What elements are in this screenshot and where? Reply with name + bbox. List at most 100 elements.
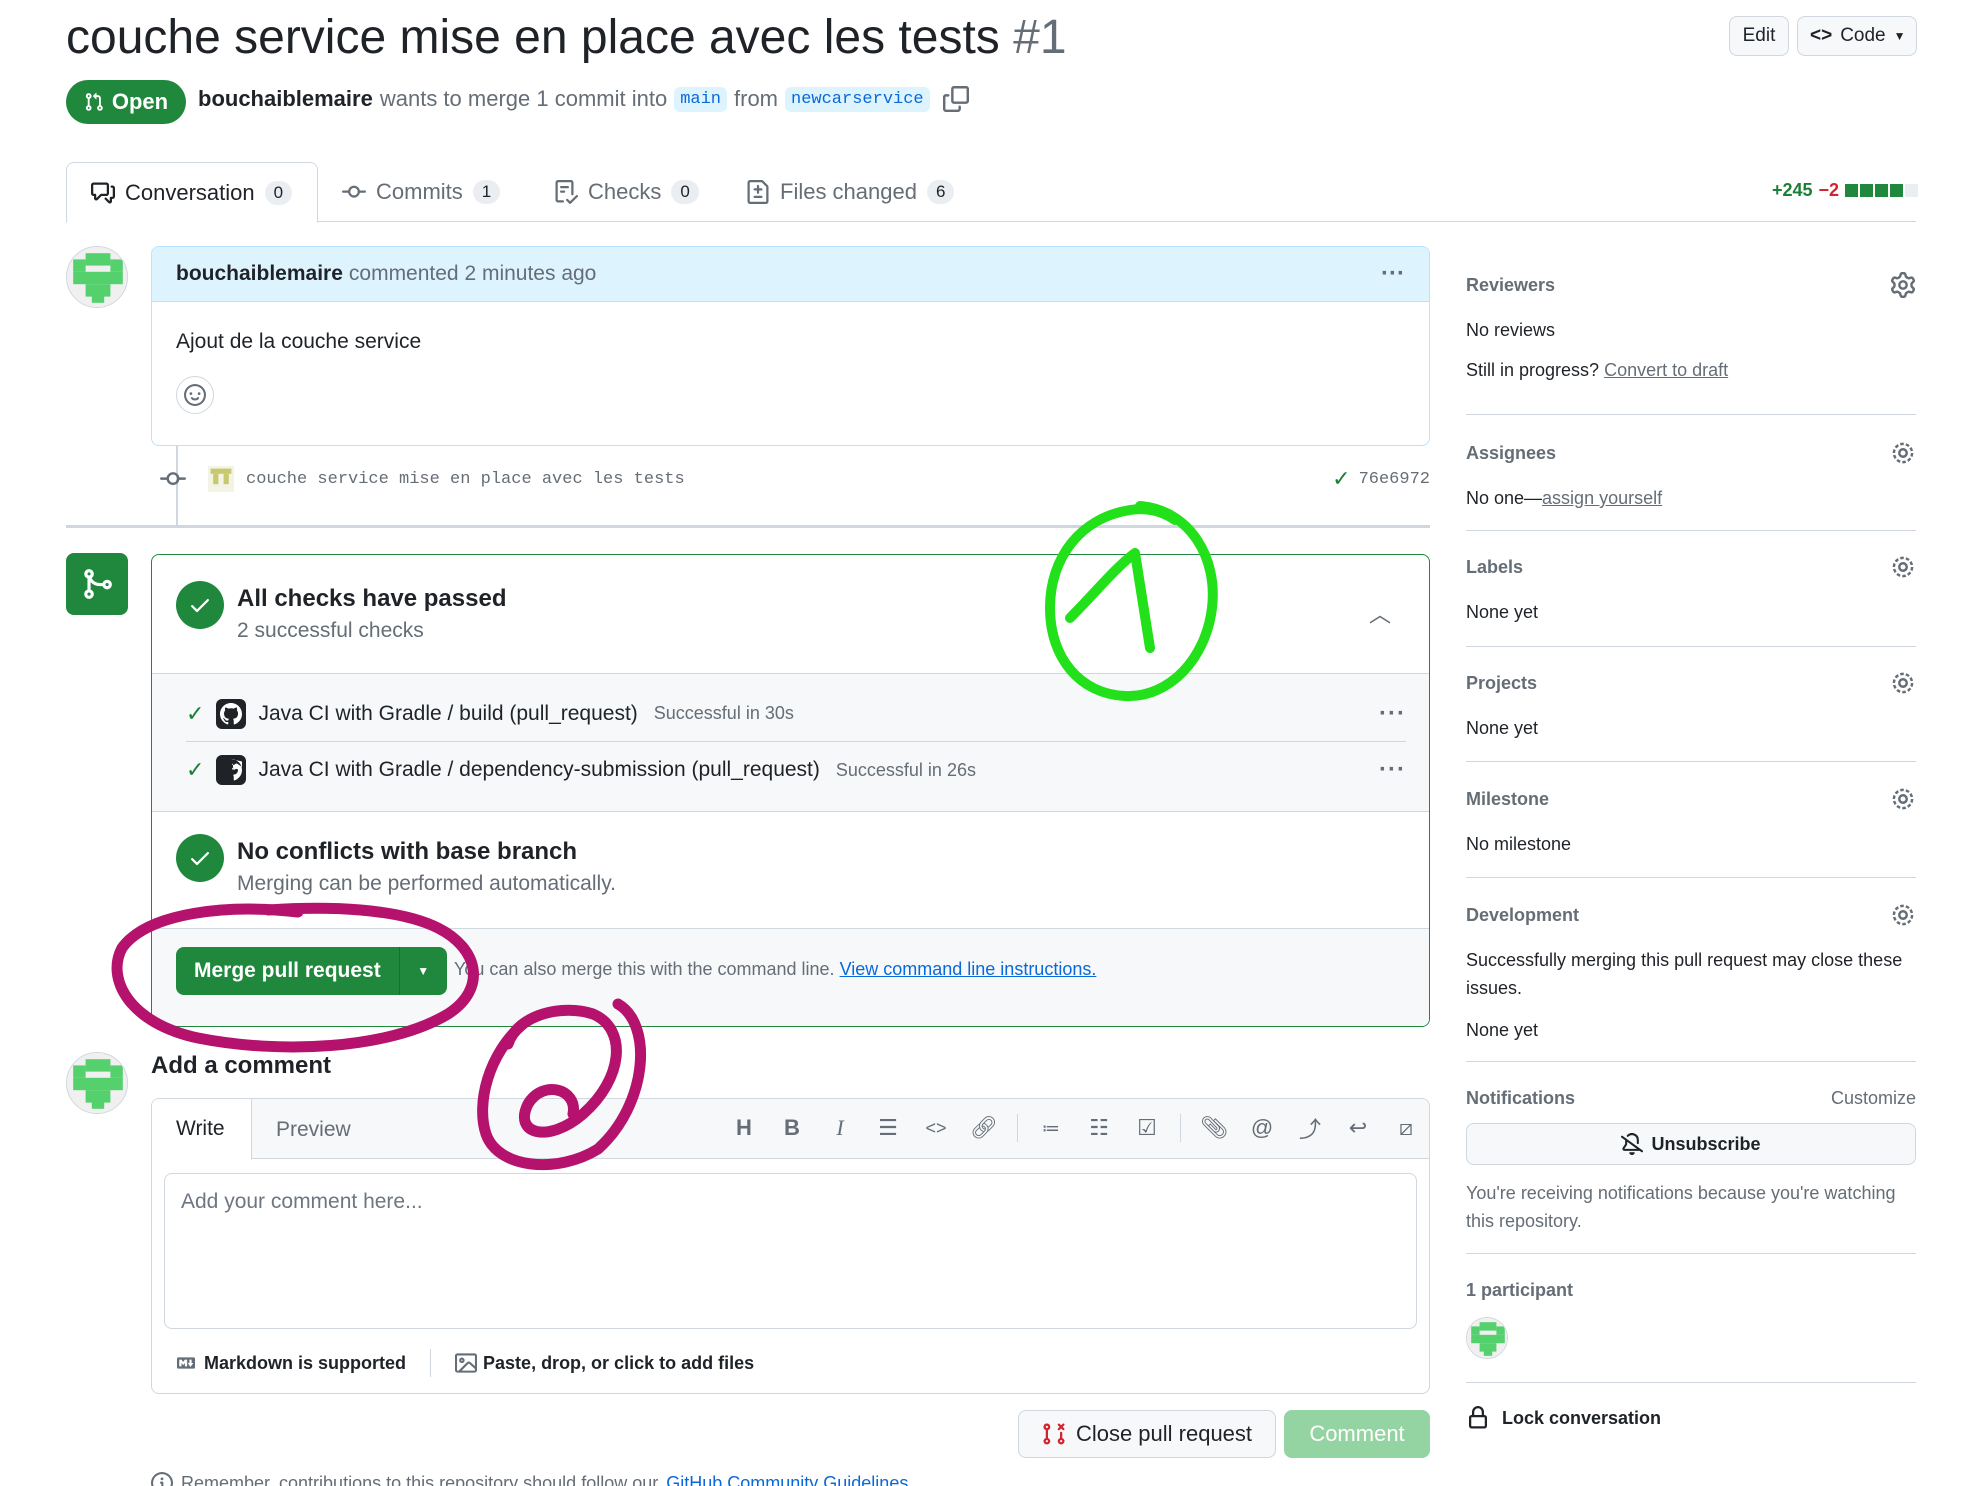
task-list-icon[interactable]: ☑ <box>1132 1111 1162 1145</box>
numbered-list-icon[interactable]: ≔ <box>1036 1111 1066 1145</box>
tab-conversation-label: Conversation <box>125 179 255 205</box>
gear-icon[interactable] <box>1890 786 1916 812</box>
gear-icon[interactable] <box>1890 902 1916 928</box>
tab-checks[interactable]: Checks 0 <box>530 162 723 222</box>
paperclip-icon[interactable]: 📎︎ <box>1199 1111 1229 1145</box>
mention-icon[interactable]: @ <box>1247 1111 1277 1145</box>
commit-author-avatar[interactable] <box>208 466 234 492</box>
link-icon[interactable]: 🔗︎ <box>969 1111 999 1145</box>
bold-icon[interactable]: B <box>777 1111 807 1145</box>
comment-author-link[interactable]: bouchaiblemaire <box>176 262 343 286</box>
check-row[interactable]: ✓ Java CI with Gradle / dependency-submi… <box>186 742 1406 798</box>
base-branch[interactable]: main <box>674 86 727 112</box>
italic-icon[interactable]: I <box>825 1111 855 1145</box>
close-pull-request-button[interactable]: Close pull request <box>1018 1410 1276 1458</box>
identicon <box>67 247 127 307</box>
commit-message-link[interactable]: couche service mise en place avec les te… <box>246 470 685 489</box>
preview-tab[interactable]: Preview <box>252 1099 375 1160</box>
pr-title-text: couche service mise en place avec les te… <box>66 11 1000 64</box>
reply-icon[interactable]: ↩ <box>1343 1111 1373 1145</box>
check-status: Successful in 26s <box>835 759 976 780</box>
community-guidelines-link[interactable]: GitHub Community Guidelines <box>666 1473 908 1486</box>
kebab-icon[interactable]: ··· <box>1379 700 1406 728</box>
tab-commits[interactable]: Commits 1 <box>318 162 524 222</box>
markdown-supported[interactable]: Markdown is supported <box>174 1353 406 1374</box>
identicon <box>1467 1318 1507 1358</box>
checks-summary[interactable]: All checks have passed 2 successful chec… <box>152 555 1429 674</box>
check-icon[interactable]: ✓ <box>1332 466 1350 492</box>
markdown-toolbar: H B I ☰ <> 🔗︎ ≔ ☷ ☑ 📎︎ @ ⤴ ↩ ⧄ <box>729 1111 1421 1145</box>
chevron-up-icon[interactable]: ︿ <box>1369 597 1391 629</box>
check-circle-icon <box>176 581 224 629</box>
reviewers-title[interactable]: Reviewers <box>1466 275 1555 296</box>
unsubscribe-button[interactable]: Unsubscribe <box>1466 1123 1916 1165</box>
toolbar-divider <box>1180 1114 1181 1142</box>
heading-icon[interactable]: H <box>729 1111 759 1145</box>
check-icon: ✓ <box>186 700 205 726</box>
add-files[interactable]: Paste, drop, or click to add files <box>455 1352 754 1374</box>
pr-author-link[interactable]: bouchaiblemaire <box>198 86 373 112</box>
development-title[interactable]: Development <box>1466 905 1579 926</box>
notifications-text: You're receiving notifications because y… <box>1466 1183 1896 1231</box>
kebab-icon[interactable]: ··· <box>1381 260 1405 288</box>
chevron-down-icon: ▼ <box>417 964 430 978</box>
lock-conversation[interactable]: Lock conversation <box>1466 1406 1916 1430</box>
avatar[interactable] <box>66 246 128 308</box>
convert-to-draft-link[interactable]: Convert to draft <box>1604 360 1728 380</box>
projects-title[interactable]: Projects <box>1466 673 1537 694</box>
merge-pull-request-button[interactable]: Merge pull request <box>176 947 399 995</box>
lock-label: Lock conversation <box>1502 1407 1662 1428</box>
conflicts-title: No conflicts with base branch <box>237 838 578 865</box>
milestone-title[interactable]: Milestone <box>1466 789 1549 810</box>
fullscreen-icon[interactable]: ⧄ <box>1391 1111 1421 1145</box>
edit-button[interactable]: Edit <box>1729 16 1789 56</box>
labels-title[interactable]: Labels <box>1466 557 1523 578</box>
editor-footer: Markdown is supported Paste, drop, or cl… <box>174 1349 754 1377</box>
code-button[interactable]: <> Code ▼ <box>1797 16 1917 56</box>
assignees-title[interactable]: Assignees <box>1466 443 1556 464</box>
cross-reference-icon[interactable]: ⤴ <box>1295 1111 1325 1145</box>
sidebar-reviewers: Reviewers No reviews Still in progress? … <box>1466 272 1916 384</box>
gear-icon[interactable] <box>1890 554 1916 580</box>
code-icon[interactable]: <> <box>921 1111 951 1145</box>
comment-submit-button[interactable]: Comment <box>1284 1410 1430 1458</box>
command-line-instructions-link[interactable]: View command line instructions. <box>840 959 1097 979</box>
git-pull-request-closed-icon <box>1043 1423 1065 1445</box>
checks-subtitle: 2 successful checks <box>237 619 424 642</box>
edit-label: Edit <box>1742 25 1776 46</box>
sidebar-projects: Projects None yet <box>1466 670 1916 742</box>
add-reaction-button[interactable] <box>176 376 214 414</box>
tab-files-changed-label: Files changed <box>780 179 917 204</box>
participant-avatar[interactable] <box>1466 1317 1508 1359</box>
avatar[interactable] <box>66 1052 128 1114</box>
unordered-list-icon[interactable]: ☷ <box>1084 1111 1114 1145</box>
check-row[interactable]: ✓ Java CI with Gradle / build (pull_requ… <box>186 686 1406 742</box>
diff-deletions: −2 <box>1818 180 1840 200</box>
quote-icon[interactable]: ☰ <box>873 1111 903 1145</box>
sidebar-divider <box>1466 414 1916 415</box>
commit-sha-link[interactable]: 76e6972 <box>1359 470 1430 489</box>
gear-icon[interactable] <box>1890 670 1916 696</box>
checklist-icon <box>555 180 578 204</box>
close-label: Close pull request <box>1075 1421 1253 1446</box>
tab-conversation[interactable]: Conversation 0 <box>66 162 318 223</box>
sidebar-milestone: Milestone No milestone <box>1466 786 1916 858</box>
write-tab[interactable]: Write <box>152 1099 252 1160</box>
assign-yourself-link[interactable]: assign yourself <box>1542 488 1662 508</box>
comment-textarea[interactable]: Add your comment here... <box>164 1173 1417 1329</box>
tab-files-changed[interactable]: Files changed 6 <box>722 162 978 222</box>
check-icon: ✓ <box>186 757 205 782</box>
comment-meta[interactable]: commented 2 minutes ago <box>349 262 596 286</box>
gear-icon[interactable] <box>1890 272 1916 298</box>
head-branch[interactable]: newcarservice <box>785 86 930 112</box>
copy-icon[interactable] <box>942 86 969 112</box>
gear-icon[interactable] <box>1890 440 1916 466</box>
from-text: from <box>734 86 778 111</box>
merge-method-dropdown[interactable]: ▼ <box>398 947 447 995</box>
sidebar-participants: 1 participant <box>1466 1280 1916 1359</box>
customize-link[interactable]: Customize <box>1831 1088 1916 1109</box>
check-status: Successful in 30s <box>653 703 794 723</box>
guidelines-note: Remember, contributions to this reposito… <box>151 1472 913 1486</box>
kebab-icon[interactable]: ··· <box>1379 756 1406 784</box>
check-circle-icon <box>176 834 224 882</box>
